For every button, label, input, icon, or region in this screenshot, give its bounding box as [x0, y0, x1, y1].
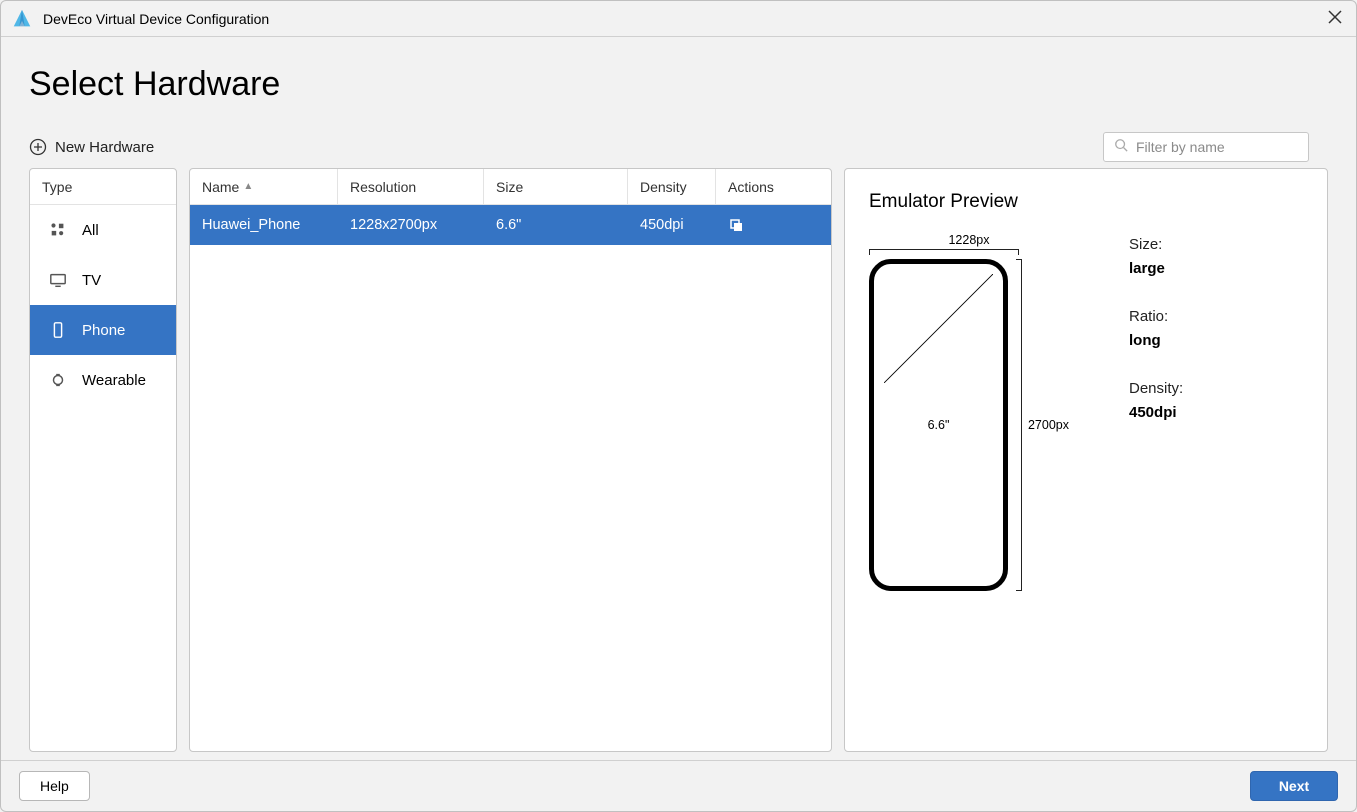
device-row[interactable]: Huawei_Phone 1228x2700px 6.6" 450dpi [190, 205, 831, 245]
plus-circle-icon [29, 138, 47, 156]
diagram-width-label: 1228px [869, 233, 1069, 247]
phone-icon [48, 320, 68, 340]
type-item-wearable[interactable]: Wearable [30, 355, 176, 405]
preview-properties: Size: large Ratio: long Density: 450dpi [1129, 233, 1183, 591]
type-item-all[interactable]: All [30, 205, 176, 255]
phone-outline: 6.6" [869, 259, 1008, 591]
col-actions: Actions [716, 169, 831, 204]
category-icon [48, 220, 68, 240]
sort-asc-icon: ▲ [243, 181, 253, 192]
type-item-phone[interactable]: Phone [30, 305, 176, 355]
col-density[interactable]: Density [628, 169, 716, 204]
next-button[interactable]: Next [1250, 771, 1338, 801]
page-title: Select Hardware [29, 65, 1328, 104]
window-title: DevEco Virtual Device Configuration [43, 11, 269, 27]
type-label: Wearable [82, 372, 146, 389]
device-size: 6.6" [484, 217, 628, 233]
col-name[interactable]: Name ▲ [190, 169, 338, 204]
device-table: Name ▲ Resolution Size Density Actions H… [189, 168, 832, 752]
app-logo-icon [11, 8, 33, 30]
preview-title: Emulator Preview [869, 191, 1303, 213]
preview-panel: Emulator Preview 1228px 6.6" [844, 168, 1328, 752]
search-input[interactable] [1136, 139, 1317, 155]
diagram-diagonal-label: 6.6" [925, 418, 953, 432]
device-resolution: 1228x2700px [338, 217, 484, 233]
device-table-header: Name ▲ Resolution Size Density Actions [190, 169, 831, 205]
col-size[interactable]: Size [484, 169, 628, 204]
device-diagram: 1228px 6.6" 2700px [869, 233, 1069, 591]
diagram-height-label: 2700px [1022, 259, 1069, 591]
watch-icon [48, 370, 68, 390]
title-bar: DevEco Virtual Device Configuration [1, 1, 1356, 37]
dialog-footer: Help Next [1, 760, 1356, 811]
tv-icon [48, 270, 68, 290]
type-header: Type [30, 169, 176, 205]
new-hardware-label: New Hardware [55, 139, 154, 156]
new-hardware-button[interactable]: New Hardware [29, 138, 154, 156]
type-label: All [82, 222, 99, 239]
search-box[interactable] [1103, 132, 1309, 162]
type-label: Phone [82, 322, 125, 339]
device-density: 450dpi [628, 217, 716, 233]
type-panel: Type All TV Phone [29, 168, 177, 752]
close-icon[interactable] [1324, 4, 1346, 33]
type-label: TV [82, 272, 101, 289]
copy-icon[interactable] [728, 217, 744, 233]
col-resolution[interactable]: Resolution [338, 169, 484, 204]
help-button[interactable]: Help [19, 771, 90, 801]
device-name: Huawei_Phone [190, 217, 338, 233]
search-icon [1114, 138, 1128, 157]
type-item-tv[interactable]: TV [30, 255, 176, 305]
